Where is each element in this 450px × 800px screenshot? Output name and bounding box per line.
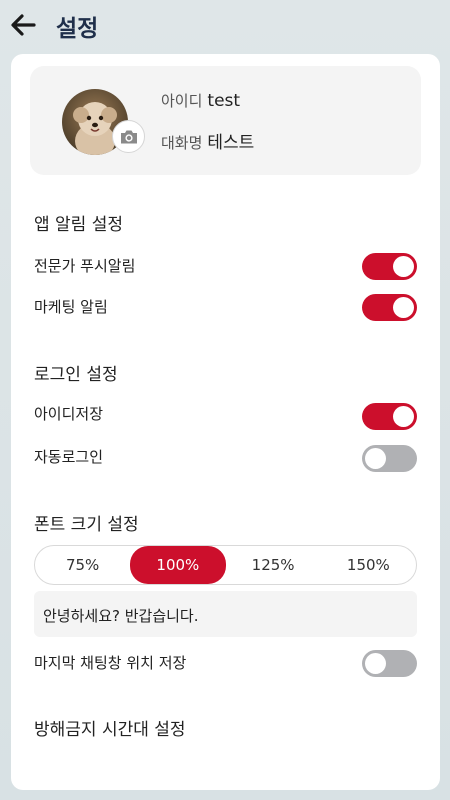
- chat-position-toggle[interactable]: [362, 650, 417, 677]
- profile-nickname-row: 대화명 테스트: [161, 128, 254, 153]
- login-settings-title: 로그인 설정: [34, 365, 118, 385]
- profile-box: 아이디 test 대화명 테스트: [30, 66, 421, 175]
- camera-button[interactable]: [112, 120, 145, 153]
- settings-card: 아이디 test 대화명 테스트 앱 알림 설정 전문가 푸시알림 마케팅 알림 로…: [11, 54, 440, 790]
- profile-id-row: 아이디 test: [161, 90, 240, 111]
- page-title: 설정: [56, 16, 99, 42]
- auto-login-toggle[interactable]: [362, 445, 417, 472]
- font-size-option-75[interactable]: 75%: [35, 546, 130, 584]
- toggle-knob: [365, 448, 386, 469]
- id-value: test: [207, 91, 241, 111]
- expert-push-toggle[interactable]: [362, 253, 417, 280]
- toggle-knob: [393, 297, 414, 318]
- save-id-toggle[interactable]: [362, 403, 417, 430]
- font-preview-text: 안녕하세요? 반갑습니다.: [34, 591, 417, 637]
- header: 설정: [0, 0, 450, 54]
- toggle-knob: [393, 406, 414, 427]
- marketing-toggle[interactable]: [362, 294, 417, 321]
- toggle-knob: [365, 653, 386, 674]
- font-size-option-125[interactable]: 125%: [226, 546, 321, 584]
- back-button[interactable]: [8, 10, 38, 40]
- arrow-left-icon: [11, 14, 36, 36]
- font-size-option-100[interactable]: 100%: [130, 546, 226, 584]
- font-size-title: 폰트 크기 설정: [34, 515, 139, 535]
- nickname-value: 테스트: [207, 133, 255, 153]
- dnd-settings-title[interactable]: 방해금지 시간대 설정: [34, 715, 186, 740]
- font-size-option-150[interactable]: 150%: [321, 546, 416, 584]
- chat-position-label: 마지막 채팅창 위치 저장: [34, 654, 187, 672]
- notification-settings-title: 앱 알림 설정: [34, 215, 124, 235]
- font-size-selector: 75% 100% 125% 150%: [34, 545, 417, 585]
- camera-icon: [120, 130, 137, 143]
- toggle-knob: [393, 256, 414, 277]
- save-id-label: 아이디저장: [34, 405, 104, 423]
- id-label: 아이디: [161, 92, 203, 110]
- auto-login-label: 자동로그인: [34, 448, 104, 466]
- marketing-label: 마케팅 알림: [34, 298, 108, 316]
- nickname-label: 대화명: [161, 134, 203, 152]
- expert-push-label: 전문가 푸시알림: [34, 257, 136, 275]
